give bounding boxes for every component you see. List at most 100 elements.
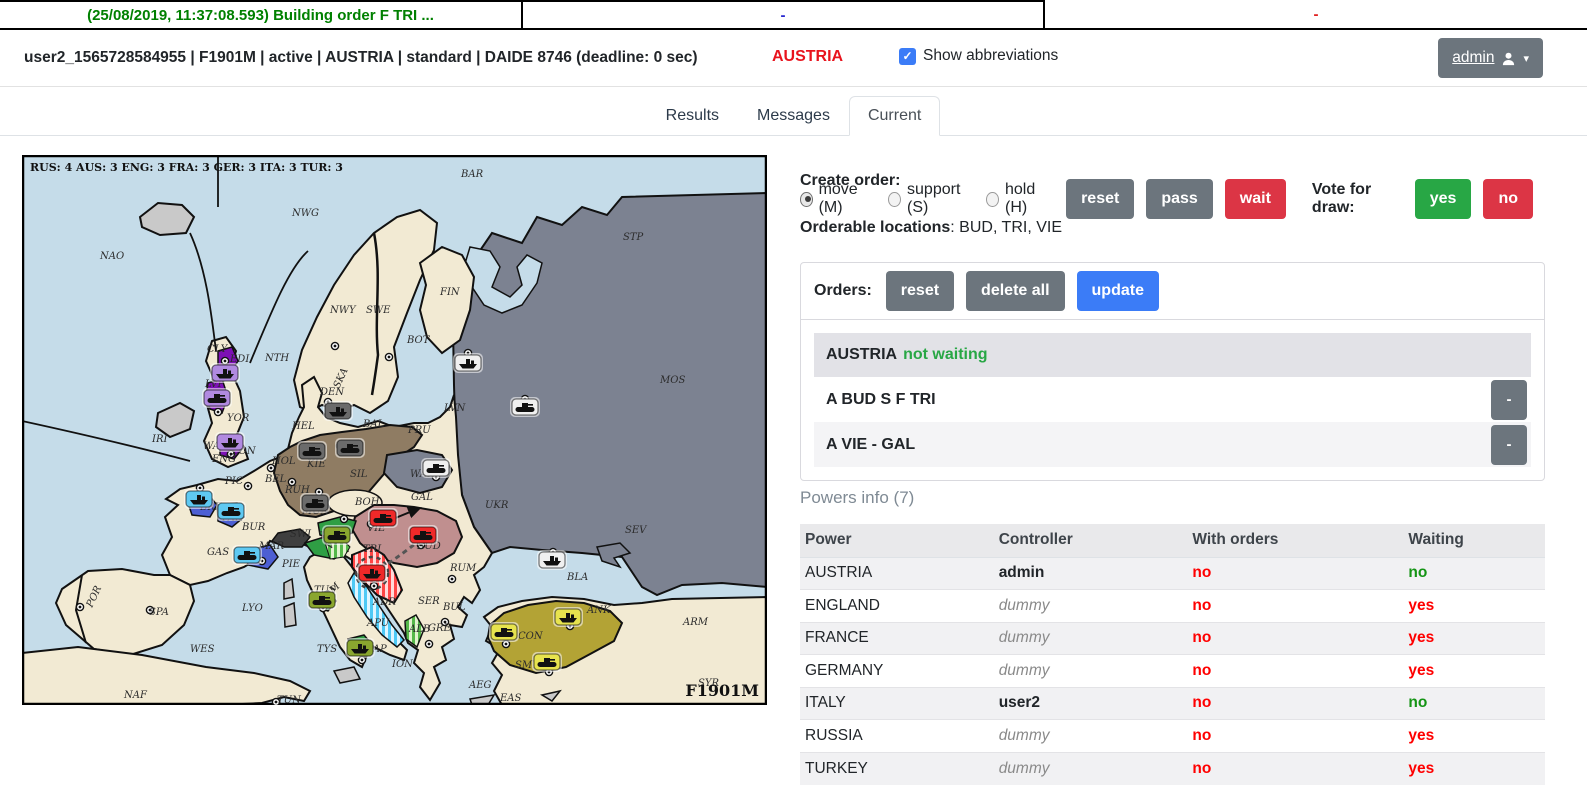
territory-label-nwg: NWG: [291, 208, 319, 219]
supply-center-dot: [244, 482, 251, 489]
tab-current[interactable]: Current: [849, 96, 940, 136]
unit-england-fleet[interactable]: [215, 432, 245, 452]
show-abbreviations-checkbox[interactable]: ✓: [899, 48, 916, 65]
territory-label-hol: HOL: [271, 456, 296, 467]
vote-buttons: yesno: [1415, 179, 1545, 219]
territory-label-arm: ARM: [682, 617, 709, 628]
unit-turkey-fleet[interactable]: [553, 607, 583, 627]
wait-button[interactable]: wait: [1225, 179, 1286, 219]
supply-center-counts: RUS: 4 AUS: 3 ENG: 3 FRA: 3 GER: 3 ITA: …: [30, 161, 343, 174]
territory-label-sil: SIL: [350, 469, 368, 480]
unit-austria-fleet[interactable]: [357, 563, 387, 583]
region-corsica: [284, 579, 294, 599]
territory-label-ank: ANK: [586, 605, 611, 616]
territory-label-adr: ADR: [372, 597, 396, 608]
order-type-hold[interactable]: hold (H): [986, 181, 1051, 217]
pass-button[interactable]: pass: [1146, 179, 1212, 219]
territory-label-naf: NAF: [123, 690, 148, 701]
table-row: RUSSIAdummynoyes: [800, 720, 1545, 753]
remove-order-button[interactable]: -: [1491, 425, 1527, 465]
unit-turkey-army[interactable]: [489, 622, 519, 642]
territory-label-gas: GAS: [207, 547, 229, 558]
territory-label-tys: TYS: [317, 644, 337, 655]
radio-icon: [986, 192, 999, 207]
territory-label-wes: WES: [190, 644, 215, 655]
orders-delete-all-button[interactable]: delete all: [966, 271, 1064, 311]
draw-no-button[interactable]: no: [1483, 179, 1533, 219]
status-right-value: -: [1045, 0, 1587, 28]
order-type-move[interactable]: move (M): [800, 181, 873, 217]
tab-messages[interactable]: Messages: [738, 96, 849, 136]
supply-center-dot: [214, 408, 221, 415]
unit-italy-fleet[interactable]: [345, 638, 375, 658]
unit-russia-army[interactable]: [510, 397, 540, 417]
power-badge: AUSTRIA: [772, 48, 843, 66]
unit-austria-army[interactable]: [368, 508, 398, 528]
waiting-cell: yes: [1403, 622, 1545, 655]
create-order-controls: move (M) support (S) hold (H) reset passwai…: [800, 179, 1545, 219]
territory-label-nao: NAO: [99, 251, 124, 262]
territory-label-boh: BOH: [354, 497, 380, 508]
user-menu-button[interactable]: admin ▾: [1438, 38, 1543, 78]
controller-cell: admin: [994, 557, 1188, 590]
territory-label-bal: BAL: [362, 419, 385, 430]
column-header-waiting: Waiting: [1403, 524, 1545, 557]
order-row: A BUD S F TRI-: [814, 377, 1531, 422]
draw-yes-button[interactable]: yes: [1415, 179, 1472, 219]
remove-order-button[interactable]: -: [1491, 380, 1527, 420]
unit-germany-army[interactable]: [335, 438, 365, 458]
unit-england-fleet[interactable]: [210, 363, 240, 383]
unit-austria-army[interactable]: [408, 525, 438, 545]
unit-france-army[interactable]: [232, 545, 262, 565]
territory-label-eas: EAS: [499, 693, 522, 704]
orders-card-header: Orders: resetdelete allupdate: [801, 263, 1544, 320]
territory-label-mos: MOS: [659, 375, 685, 386]
order-text: A BUD S F TRI: [826, 391, 1491, 409]
territory-label-iri: IRI: [151, 434, 168, 445]
territory-label-swi: SWI: [290, 529, 312, 540]
controller-cell: dummy: [994, 590, 1188, 623]
region-russia[interactable]: [452, 193, 767, 595]
column-header-power: Power: [800, 524, 994, 557]
territory-label-yor: YOR: [227, 413, 250, 424]
unit-turkey-army[interactable]: [532, 652, 562, 672]
supply-center-dot: [331, 342, 338, 349]
waiting-cell: yes: [1403, 655, 1545, 688]
unit-germany-fleet[interactable]: [323, 401, 353, 421]
table-row: ENGLANDdummynoyes: [800, 590, 1545, 623]
orders-update-button[interactable]: update: [1077, 271, 1159, 311]
territory-label-bar: BAR: [460, 169, 484, 180]
unit-england-army[interactable]: [202, 388, 232, 408]
unit-germany-army[interactable]: [297, 441, 327, 461]
power-status-value: not waiting: [903, 346, 987, 364]
game-map[interactable]: NAONWGBARSTPMOSFINNWYSWEBOTNTHLVNPRUIRIE…: [22, 155, 767, 705]
territory-label-aeg: AEG: [468, 680, 492, 691]
orders-list: AUSTRIA not waiting A BUD S F TRI-A VIE …: [801, 320, 1544, 480]
unit-france-fleet[interactable]: [184, 489, 214, 509]
power-status-name: AUSTRIA: [826, 346, 897, 364]
territory-label-pru: PRU: [407, 425, 431, 436]
orders-reset-button[interactable]: reset: [886, 271, 954, 311]
radio-icon: [800, 192, 813, 207]
tab-results[interactable]: Results: [647, 96, 738, 136]
unit-italy-army[interactable]: [307, 590, 337, 610]
unit-germany-army[interactable]: [300, 493, 330, 513]
power-cell: RUSSIA: [800, 720, 994, 753]
unit-italy-army[interactable]: [322, 525, 352, 545]
territory-label-lvn: LVN: [443, 403, 467, 414]
show-abbreviations-toggle: ✓ Show abbreviations: [899, 47, 1058, 65]
unit-russia-fleet[interactable]: [537, 550, 567, 570]
reset-button[interactable]: reset: [1066, 179, 1134, 219]
territory-label-ukr: UKR: [485, 500, 509, 511]
territory-label-bul: BUL: [442, 602, 466, 613]
status-message: (25/08/2019, 11:37:08.593) Building orde…: [0, 0, 523, 28]
unit-russia-fleet[interactable]: [453, 353, 483, 373]
with-orders-cell: no: [1187, 687, 1403, 720]
order-type-support[interactable]: support (S): [888, 181, 971, 217]
table-row: AUSTRIAadminnono: [800, 557, 1545, 590]
supply-center-dot: [76, 603, 83, 610]
unit-russia-army[interactable]: [421, 458, 451, 478]
unit-france-army[interactable]: [216, 501, 246, 521]
territory-label-bur: BUR: [241, 522, 266, 533]
with-orders-cell: no: [1187, 655, 1403, 688]
